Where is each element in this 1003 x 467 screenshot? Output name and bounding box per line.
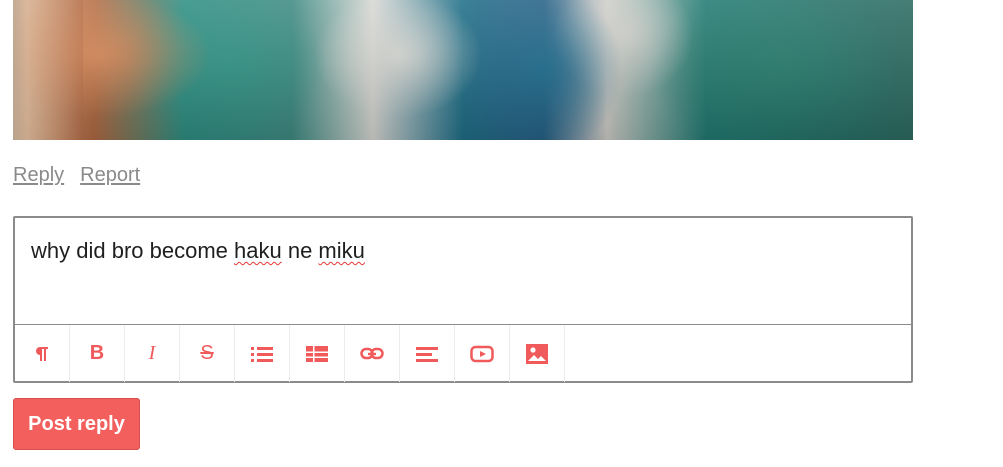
video-icon (470, 345, 494, 362)
post-actions: Reply Report (13, 162, 140, 188)
formatting-toolbar: B I S (15, 324, 911, 382)
list-icon (251, 346, 273, 362)
image-icon (526, 343, 548, 364)
editor-text-part-2: ne (281, 238, 319, 263)
link-button[interactable] (345, 325, 400, 382)
image-button[interactable] (510, 325, 565, 382)
bold-button[interactable]: B (70, 325, 125, 382)
table-button[interactable] (290, 325, 345, 382)
italic-button[interactable]: I (125, 325, 180, 382)
editor-text-part-1: why did bro become (31, 238, 234, 263)
misspelled-word-haku: haku (234, 238, 282, 263)
align-button[interactable] (400, 325, 455, 382)
video-button[interactable] (455, 325, 510, 382)
reply-textarea[interactable]: why did bro become haku ne miku (15, 218, 911, 324)
paragraph-button[interactable] (15, 325, 70, 382)
italic-icon: I (148, 342, 156, 364)
bold-icon: B (89, 342, 105, 364)
reply-link[interactable]: Reply (13, 164, 64, 187)
post-reply-button[interactable]: Post reply (13, 398, 140, 450)
table-icon (306, 345, 328, 362)
attached-image (13, 0, 913, 140)
strikethrough-button[interactable]: S (180, 325, 235, 382)
reply-composer-area: Reply Report why did bro become haku ne … (0, 0, 1003, 467)
link-icon (360, 347, 384, 359)
misspelled-word-miku: miku (318, 238, 365, 263)
align-icon (416, 346, 438, 362)
reply-editor: why did bro become haku ne miku B I S (13, 216, 913, 383)
strikethrough-icon: S (200, 342, 214, 364)
report-link[interactable]: Report (80, 164, 140, 187)
list-button[interactable] (235, 325, 290, 382)
paragraph-icon (36, 346, 48, 361)
